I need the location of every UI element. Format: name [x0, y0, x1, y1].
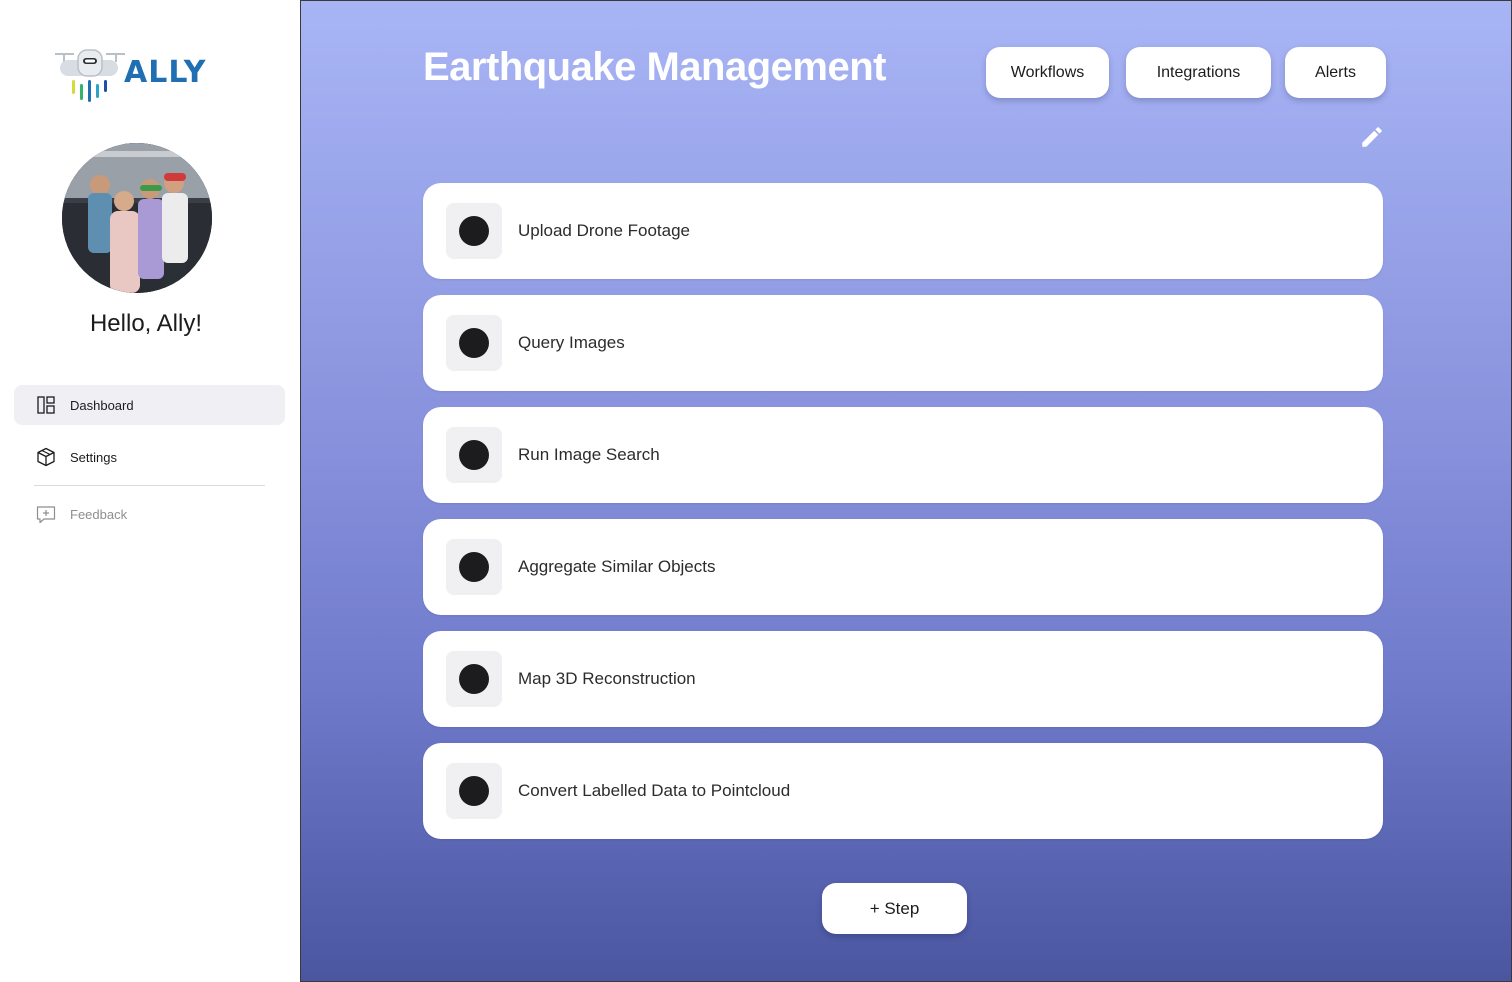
workflow-steps: Upload Drone Footage Query Images Run Im… — [423, 183, 1383, 839]
workflow-step[interactable]: Map 3D Reconstruction — [423, 631, 1383, 727]
workflow-step[interactable]: Run Image Search — [423, 407, 1383, 503]
step-dot-icon — [459, 552, 489, 582]
add-step-button[interactable]: + Step — [822, 883, 967, 934]
sidebar-item-label: Dashboard — [70, 397, 134, 413]
step-marker — [446, 427, 502, 483]
edit-pencil-icon[interactable] — [1359, 124, 1385, 150]
workflow-step[interactable]: Convert Labelled Data to Pointcloud — [423, 743, 1383, 839]
step-dot-icon — [459, 328, 489, 358]
sidebar: ALLY Hello, Ally! Dashboard Settings Fee… — [0, 0, 300, 982]
logo-text: ALLY — [124, 54, 207, 90]
avatar[interactable] — [62, 143, 212, 293]
sidebar-divider — [34, 485, 265, 486]
greeting: Hello, Ally! — [89, 310, 203, 337]
workflow-step[interactable]: Query Images — [423, 295, 1383, 391]
sidebar-item-dashboard[interactable]: Dashboard — [14, 385, 285, 425]
workflows-button[interactable]: Workflows — [986, 47, 1109, 98]
step-marker — [446, 651, 502, 707]
step-label: Upload Drone Footage — [518, 221, 691, 240]
workflow-step[interactable]: Aggregate Similar Objects — [423, 519, 1383, 615]
app-root: ALLY Hello, Ally! Dashboard Settings Fee… — [0, 0, 1512, 982]
main-panel: Earthquake Management Workflows Integrat… — [300, 0, 1512, 982]
step-label: Convert Labelled Data to Pointcloud — [518, 781, 791, 800]
step-label: Query Images — [518, 333, 625, 352]
feedback-link[interactable]: Feedback — [14, 494, 285, 534]
feedback-label: Feedback — [70, 506, 128, 522]
ally-logo[interactable]: ALLY — [52, 46, 212, 104]
alerts-button[interactable]: Alerts — [1285, 47, 1386, 98]
step-label: Run Image Search — [518, 445, 660, 464]
workflow-step[interactable]: Upload Drone Footage — [423, 183, 1383, 279]
integrations-button[interactable]: Integrations — [1126, 47, 1271, 98]
drone-logo-icon — [55, 49, 125, 102]
step-dot-icon — [459, 776, 489, 806]
step-label: Aggregate Similar Objects — [518, 557, 716, 576]
sidebar-nav: Dashboard Settings — [14, 385, 285, 477]
step-dot-icon — [459, 216, 489, 246]
step-dot-icon — [459, 664, 489, 694]
feedback-icon — [36, 504, 56, 524]
step-marker — [446, 763, 502, 819]
step-marker — [446, 539, 502, 595]
profile-photo — [62, 143, 212, 293]
dashboard-icon — [36, 395, 56, 415]
step-marker — [446, 315, 502, 371]
step-marker — [446, 203, 502, 259]
sidebar-item-label: Settings — [70, 449, 117, 465]
page-title: Earthquake Management — [423, 45, 886, 89]
sidebar-item-settings[interactable]: Settings — [14, 437, 285, 477]
step-label: Map 3D Reconstruction — [518, 669, 696, 688]
cube-icon — [36, 447, 56, 467]
step-dot-icon — [459, 440, 489, 470]
